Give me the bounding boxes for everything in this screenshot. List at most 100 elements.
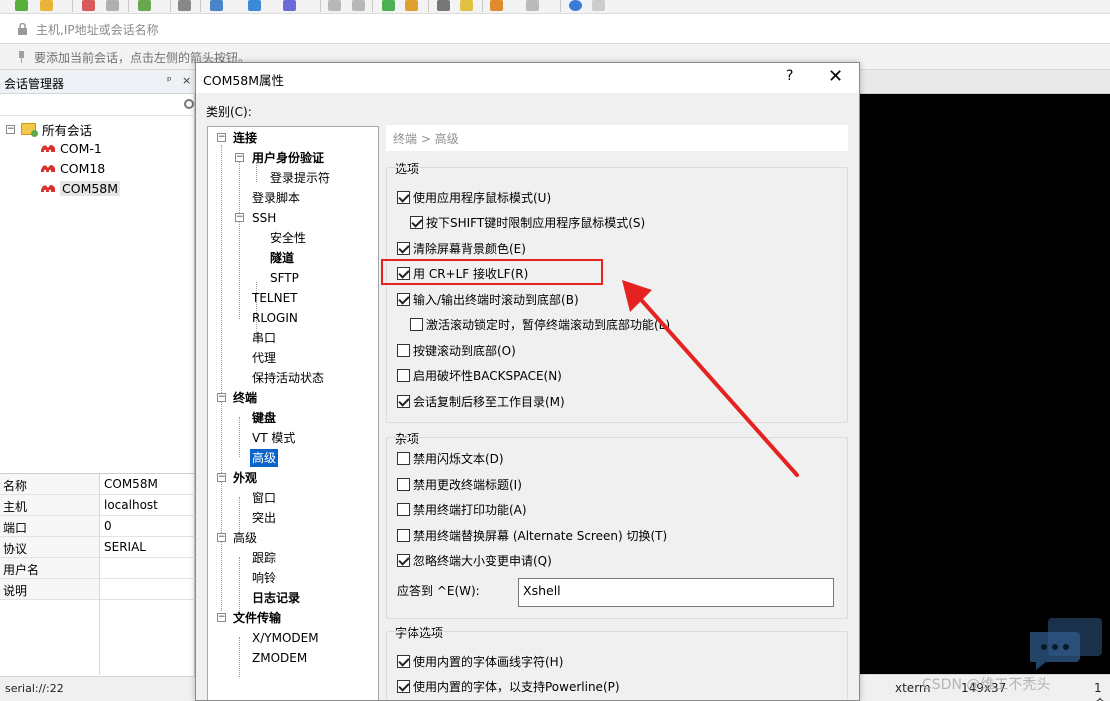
checkbox-disable-title-change[interactable]: 禁用更改终端标题(I) <box>397 475 522 493</box>
category-logging[interactable]: 日志记录 <box>252 589 300 607</box>
category-xymodem[interactable]: X/YMODEM <box>252 629 319 647</box>
checkbox-label: 忽略终端大小变更申请(Q) <box>413 553 552 568</box>
category-security[interactable]: 安全性 <box>270 229 306 247</box>
pencil-icon[interactable] <box>460 0 473 11</box>
session-item[interactable]: COM-1 <box>40 139 102 157</box>
category-appearance[interactable]: 外观 <box>233 469 257 487</box>
collapse-icon[interactable]: − <box>217 473 226 482</box>
category-sftp[interactable]: SFTP <box>270 269 299 287</box>
category-keepalive[interactable]: 保持活动状态 <box>252 369 324 387</box>
lock-icon[interactable] <box>328 0 341 11</box>
category-proxy[interactable]: 代理 <box>252 349 276 367</box>
category-highlight[interactable]: 突出 <box>252 509 276 527</box>
session-item[interactable]: COM18 <box>40 159 105 177</box>
category-login-prompt[interactable]: 登录提示符 <box>270 169 330 187</box>
checkbox-app-mouse-mode[interactable]: 使用应用程序鼠标模式(U) <box>397 188 551 206</box>
collapse-icon[interactable]: − <box>217 133 226 142</box>
checkbox-shift-restrict[interactable]: 按下SHIFT键时限制应用程序鼠标模式(S) <box>410 213 645 231</box>
category-terminal-advanced[interactable]: 高级 <box>250 449 279 467</box>
search-icon[interactable] <box>184 99 194 109</box>
keyboard-icon[interactable] <box>437 0 450 11</box>
category-zmodem[interactable]: ZMODEM <box>252 649 307 667</box>
address-placeholder[interactable]: 主机,IP地址或会话名称 <box>36 21 159 38</box>
open-folder-icon[interactable] <box>40 0 53 11</box>
category-vt-mode[interactable]: VT 模式 <box>252 429 295 447</box>
help-button[interactable]: ? <box>786 68 793 84</box>
breadcrumb: 终端 > 高级 <box>386 125 848 151</box>
category-rlogin[interactable]: RLOGIN <box>252 309 298 327</box>
category-terminal[interactable]: 终端 <box>233 389 257 407</box>
reconnect-icon[interactable] <box>106 0 119 11</box>
checkbox-box[interactable] <box>397 528 410 542</box>
checkbox-box[interactable] <box>397 368 410 382</box>
checkbox-box[interactable] <box>410 215 423 229</box>
category-tunnel[interactable]: 隧道 <box>270 249 294 267</box>
font-icon[interactable] <box>283 0 296 11</box>
checkbox-scroll-bottom-io[interactable]: 输入/输出终端时滚动到底部(B) <box>397 290 579 308</box>
category-telnet[interactable]: TELNET <box>252 289 298 307</box>
new-session-icon[interactable] <box>15 0 28 11</box>
session-item-selected[interactable]: COM58M <box>40 179 121 197</box>
category-advanced[interactable]: 高级 <box>233 529 257 547</box>
checkbox-ignore-resize[interactable]: 忽略终端大小变更申请(Q) <box>397 551 552 569</box>
checkbox-box[interactable] <box>397 241 410 255</box>
category-ssh[interactable]: SSH <box>252 209 276 227</box>
script-icon[interactable] <box>352 0 365 11</box>
checkbox-box[interactable] <box>397 292 410 306</box>
checkbox-disable-print[interactable]: 禁用终端打印功能(A) <box>397 500 527 518</box>
category-auth[interactable]: 用户身份验证 <box>252 149 324 167</box>
checkbox-box[interactable] <box>397 502 410 516</box>
padlock-icon[interactable] <box>405 0 418 11</box>
collapse-icon[interactable]: − <box>235 213 244 222</box>
category-window[interactable]: 窗口 <box>252 489 276 507</box>
checkbox-box[interactable] <box>410 317 423 331</box>
chat-icon[interactable] <box>592 0 605 11</box>
globe-icon[interactable] <box>248 0 261 11</box>
collapse-icon[interactable]: − <box>217 533 226 542</box>
checkbox-box[interactable] <box>397 451 410 465</box>
search-icon[interactable] <box>178 0 191 11</box>
disconnect-icon[interactable] <box>82 0 95 11</box>
category-file-transfer[interactable]: 文件传输 <box>233 609 281 627</box>
category-keyboard[interactable]: 键盘 <box>252 409 276 427</box>
collapse-icon[interactable]: − <box>217 613 226 622</box>
close-button[interactable]: ✕ <box>828 66 843 87</box>
checkbox-copy-workdir[interactable]: 会话复制后移至工作目录(M) <box>397 392 565 410</box>
checkbox-box[interactable] <box>397 394 410 408</box>
gear-icon[interactable] <box>138 0 151 11</box>
checkbox-key-scroll-bottom[interactable]: 按键滚动到底部(O) <box>397 341 516 359</box>
checkbox-clear-bg[interactable]: 清除屏幕背景颜色(E) <box>397 239 526 257</box>
checkbox-box[interactable] <box>397 654 410 668</box>
category-tree[interactable]: − 连接 − 用户身份验证 登录提示符 登录脚本 − SSH 安全性 隧道 SF… <box>207 126 379 700</box>
tree-root[interactable]: − 所有会话 <box>6 120 92 138</box>
session-search-input[interactable] <box>0 96 195 116</box>
category-trace[interactable]: 跟踪 <box>252 549 276 567</box>
checkbox-disable-alt-screen[interactable]: 禁用终端替换屏幕 (Alternate Screen) 切换(T) <box>397 526 667 544</box>
terminal-screen[interactable] <box>860 94 1110 674</box>
address-bar[interactable]: 主机,IP地址或会话名称 <box>0 14 1110 44</box>
checkbox-box[interactable] <box>397 553 410 567</box>
collapse-icon[interactable]: − <box>235 153 244 162</box>
close-panel-button[interactable]: × <box>182 74 191 87</box>
add-icon[interactable] <box>490 0 503 11</box>
help-icon[interactable] <box>569 0 582 11</box>
checkbox-box[interactable] <box>397 679 410 693</box>
category-login-script[interactable]: 登录脚本 <box>252 189 300 207</box>
pin-button[interactable]: ᵖ <box>167 74 172 87</box>
checkbox-powerline[interactable]: 使用内置的字体，以支持Powerline(P) <box>397 677 620 695</box>
window-icon[interactable] <box>526 0 539 11</box>
category-bell[interactable]: 响铃 <box>252 569 276 587</box>
category-serial[interactable]: 串口 <box>252 329 276 347</box>
collapse-icon[interactable]: − <box>6 124 15 134</box>
category-connection[interactable]: 连接 <box>233 129 257 147</box>
checkbox-box[interactable] <box>397 343 410 357</box>
layout-icon[interactable] <box>210 0 223 11</box>
checkbox-disable-blink[interactable]: 禁用闪烁文本(D) <box>397 449 504 467</box>
transfer-icon[interactable] <box>382 0 395 11</box>
checkbox-destructive-backspace[interactable]: 启用破坏性BACKSPACE(N) <box>397 366 562 384</box>
checkbox-box[interactable] <box>397 477 410 491</box>
checkbox-builtin-line-chars[interactable]: 使用内置的字体画线字符(H) <box>397 652 563 670</box>
collapse-icon[interactable]: − <box>217 393 226 402</box>
checkbox-box[interactable] <box>397 190 410 204</box>
answerback-input[interactable]: Xshell <box>518 578 834 607</box>
